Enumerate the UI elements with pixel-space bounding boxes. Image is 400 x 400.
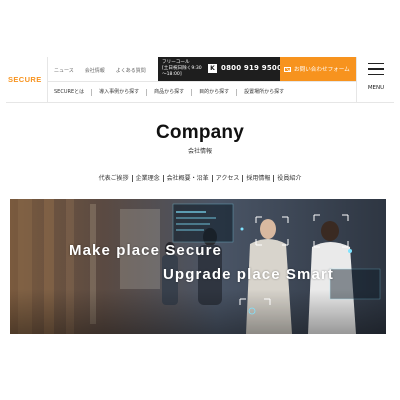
hamburger-icon xyxy=(368,63,384,76)
contact-form-label: お問い合わせフォーム xyxy=(294,67,350,73)
site-header: SECURE ニュース 会社情報 よくある質問 フリーコール [土日祝日除く9:… xyxy=(6,57,394,103)
nav-about[interactable]: SECUREとは xyxy=(48,89,93,96)
hero-banner: Make place Secure Upgrade place Smart xyxy=(10,199,386,334)
toplink-faq[interactable]: よくある質問 xyxy=(116,67,146,74)
nav-products[interactable]: 商品から探す xyxy=(147,89,193,96)
page: SECURE ニュース 会社情報 よくある質問 フリーコール [土日祝日除く9:… xyxy=(6,57,394,340)
subnav-officers[interactable]: 役員紹介 xyxy=(274,175,304,182)
subnav-access[interactable]: アクセス xyxy=(213,175,244,182)
page-subtitle: 会社情報 xyxy=(187,148,212,155)
menu-button[interactable]: MENU xyxy=(356,57,394,103)
nav-cases[interactable]: 導入事例から探す xyxy=(92,89,148,96)
subnav-overview[interactable]: 会社概要・沿革 xyxy=(164,175,213,182)
toplink-company[interactable]: 会社情報 xyxy=(85,67,105,74)
subnav-philosophy[interactable]: 企業理念 xyxy=(133,175,164,182)
subnav-greeting[interactable]: 代表ご挨拶 xyxy=(96,175,133,182)
global-nav: SECUREとは 導入事例から探す 商品から探す 目的から探す 設置場所から探す xyxy=(48,81,356,103)
site-logo[interactable]: SECURE xyxy=(8,75,42,84)
page-title: Company xyxy=(156,122,244,143)
company-subnav: 代表ご挨拶 企業理念 会社概要・沿革 アクセス 採用情報 役員紹介 xyxy=(0,175,400,182)
freecall-box[interactable]: フリーコール [土日祝日除く9:30 〜18:00] K 0800 919 95… xyxy=(158,57,282,81)
contact-form-button[interactable]: お問い合わせフォーム xyxy=(280,57,356,81)
freecall-label-line3: 〜18:00] xyxy=(162,72,182,77)
toplink-news[interactable]: ニュース xyxy=(54,67,74,74)
nav-location[interactable]: 設置場所から探す xyxy=(237,89,291,96)
subnav-recruit[interactable]: 採用情報 xyxy=(243,175,275,182)
hero-tagline-2: Upgrade place Smart xyxy=(163,266,334,283)
phone-number[interactable]: 0800 919 9500 xyxy=(221,64,282,72)
top-links: ニュース 会社情報 よくある質問 xyxy=(54,67,146,74)
menu-label: MENU xyxy=(367,85,385,91)
hero-tagline-1: Make place Secure xyxy=(69,242,222,259)
freecall-icon: K xyxy=(208,64,217,73)
freecall-label: フリーコール [土日祝日除く9:30 〜18:00] xyxy=(162,60,212,78)
mail-icon xyxy=(284,66,291,72)
nav-purpose[interactable]: 目的から探す xyxy=(192,89,238,96)
